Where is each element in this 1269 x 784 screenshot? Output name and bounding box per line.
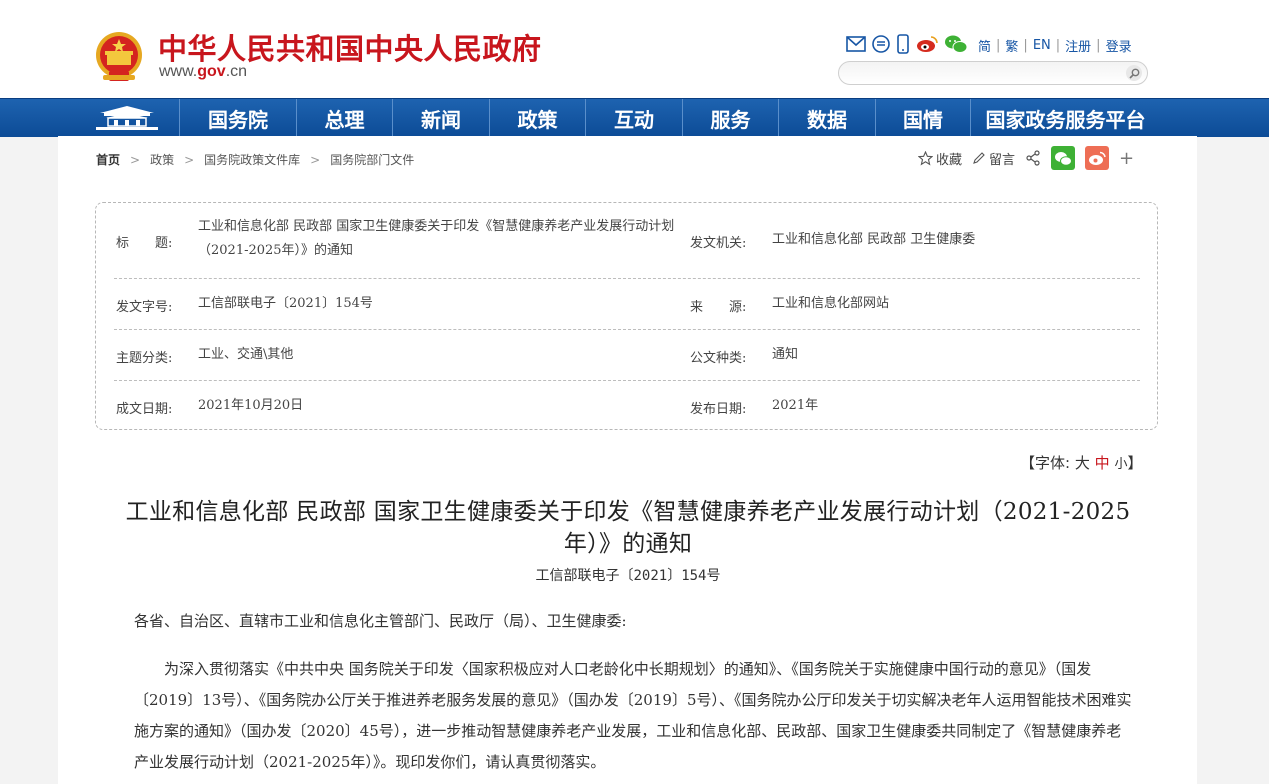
font-medium-button[interactable]: 中 — [1095, 454, 1110, 472]
nav-item-premier[interactable]: 总理 — [296, 99, 392, 137]
nav-items: 国务院 总理 新闻 政策 互动 服务 数据 国情 国家政务服务平台 — [179, 99, 1160, 137]
chevron-right-icon: > — [310, 153, 321, 167]
link-simplified[interactable]: 简 — [978, 36, 991, 55]
font-switch-close: 】 — [1127, 454, 1143, 472]
issuer-label: 发文机关: — [690, 236, 747, 251]
site-header: 中华人民共和国中央人民政府 www.gov.cn 简 | 繁 | EN | 注册 | 登… — [0, 0, 1269, 98]
favorite-button[interactable]: 收藏 — [918, 149, 962, 168]
share-wechat-button[interactable] — [1051, 146, 1076, 170]
weibo-icon[interactable] — [916, 35, 938, 53]
info-row-dates: 成文日期: 2021年10月20日 发布日期: 2021年 — [96, 380, 1159, 430]
separator: | — [1096, 38, 1101, 53]
wechat-icon — [1051, 146, 1076, 170]
docno-label: 发文字号: — [116, 300, 173, 315]
type-label: 公文种类: — [690, 351, 747, 366]
breadcrumb: 首页 > 政策 > 国务院政策文件库 > 国务院部门文件 — [96, 151, 414, 168]
main-nav: 国务院 总理 新闻 政策 互动 服务 数据 国情 国家政务服务平台 — [0, 98, 1269, 137]
issuer-value: 工业和信息化部 民政部 卫生健康委 — [772, 232, 976, 247]
rss-icon[interactable] — [872, 35, 890, 53]
site-url-pre: www. — [159, 63, 198, 80]
comment-label: 留言 — [989, 152, 1016, 168]
share-button[interactable] — [1025, 150, 1041, 166]
more-share-button[interactable]: + — [1119, 148, 1134, 169]
chevron-right-icon: > — [130, 153, 141, 167]
nav-item-gov-service-platform[interactable]: 国家政务服务平台 — [970, 99, 1160, 137]
link-login[interactable]: 登录 — [1106, 36, 1132, 55]
breadcrumb-home[interactable]: 首页 — [96, 153, 120, 167]
favorite-label: 收藏 — [936, 152, 963, 168]
main-content: 首页 > 政策 > 国务院政策文件库 > 国务院部门文件 收藏 留言 + 标 题… — [58, 136, 1197, 784]
nav-item-national-info[interactable]: 国情 — [875, 99, 970, 137]
search-icon — [1128, 68, 1139, 79]
pub-date-value: 2021年 — [772, 398, 819, 413]
national-emblem-logo[interactable] — [95, 31, 143, 83]
link-english[interactable]: EN — [1033, 38, 1051, 53]
link-traditional[interactable]: 繁 — [1005, 36, 1018, 55]
site-url-gov: gov — [197, 63, 226, 80]
breadcrumb-dept-files[interactable]: 国务院部门文件 — [330, 153, 414, 167]
search-input[interactable] — [849, 64, 1113, 82]
breadcrumb-policy-library[interactable]: 国务院政策文件库 — [204, 153, 300, 167]
share-icons — [846, 34, 974, 54]
article-salutation: 各省、自治区、直辖市工业和信息化主管部门、民政厅（局）、卫生健康委: — [134, 612, 627, 630]
separator: | — [1055, 38, 1061, 53]
search-button[interactable] — [1126, 65, 1142, 81]
separator: | — [996, 38, 1001, 53]
nav-item-service[interactable]: 服务 — [682, 99, 778, 137]
share-weibo-button[interactable] — [1085, 146, 1110, 170]
document-info-table: 标 题: 工业和信息化部 民政部 国家卫生健康委关于印发《智慧健康养老产业发展行… — [95, 202, 1158, 430]
link-register[interactable]: 注册 — [1065, 36, 1091, 55]
font-size-switch: 【字体: 大 中 小】 — [1020, 452, 1142, 473]
source-value: 工业和信息化部网站 — [772, 296, 890, 311]
type-value: 通知 — [772, 347, 799, 362]
pencil-icon — [973, 152, 985, 164]
weibo-icon — [1085, 146, 1110, 170]
wechat-icon[interactable] — [944, 34, 968, 54]
topic-value: 工业、交通\其他 — [198, 347, 294, 362]
title-value: 工业和信息化部 民政部 国家卫生健康委关于印发《智慧健康养老产业发展行动计划（2… — [198, 219, 675, 258]
info-row-title: 标 题: 工业和信息化部 民政部 国家卫生健康委关于印发《智慧健康养老产业发展行… — [96, 203, 1159, 279]
chevron-right-icon: > — [184, 153, 195, 167]
top-links: 简 | 繁 | EN | 注册 | 登录 — [978, 36, 1132, 55]
article-paragraph: 为深入贯彻落实《中共中央 国务院关于印发〈国家积极应对人口老龄化中长期规划〉的通… — [134, 660, 1132, 771]
site-url-post: .cn — [225, 63, 248, 80]
nav-item-news[interactable]: 新闻 — [392, 99, 489, 137]
font-large-button[interactable]: 大 — [1075, 454, 1090, 472]
nav-item-policy[interactable]: 政策 — [489, 99, 585, 137]
info-row-topic: 主题分类: 工业、交通\其他 公文种类: 通知 — [96, 329, 1159, 381]
separator: | — [1023, 38, 1028, 53]
nav-item-interaction[interactable]: 互动 — [585, 99, 682, 137]
nav-item-state-council[interactable]: 国务院 — [179, 99, 296, 137]
site-url: www.gov.cn — [159, 63, 247, 81]
topic-label: 主题分类: — [116, 351, 173, 366]
font-switch-open: 【字体: — [1020, 454, 1071, 472]
docno-value: 工信部联电子〔2021〕154号 — [198, 296, 373, 311]
date-label: 成文日期: — [116, 402, 173, 417]
comment-button[interactable]: 留言 — [972, 149, 1015, 168]
title-label: 标 题: — [116, 236, 173, 251]
breadcrumb-policy[interactable]: 政策 — [150, 153, 174, 167]
search-box — [838, 61, 1148, 85]
mobile-icon[interactable] — [896, 34, 910, 54]
mail-icon[interactable] — [846, 36, 866, 52]
share-icon — [1026, 150, 1040, 166]
font-small-button[interactable]: 小 — [1114, 457, 1127, 472]
article-doc-number: 工信部联电子〔2021〕154号 — [535, 568, 721, 584]
nav-item-data[interactable]: 数据 — [778, 99, 875, 137]
article-tools: 收藏 留言 + — [918, 146, 1144, 170]
info-row-docno: 发文字号: 工信部联电子〔2021〕154号 来 源: 工业和信息化部网站 — [96, 279, 1159, 330]
date-value: 2021年10月20日 — [198, 398, 304, 413]
source-label: 来 源: — [690, 300, 747, 315]
article-title: 工业和信息化部 民政部 国家卫生健康委关于印发《智慧健康养老产业发展行动计划（2… — [125, 499, 1131, 557]
site-title[interactable]: 中华人民共和国中央人民政府 — [158, 26, 542, 68]
home-gate-icon[interactable] — [92, 103, 162, 133]
star-icon — [918, 150, 933, 165]
pub-date-label: 发布日期: — [690, 402, 747, 417]
